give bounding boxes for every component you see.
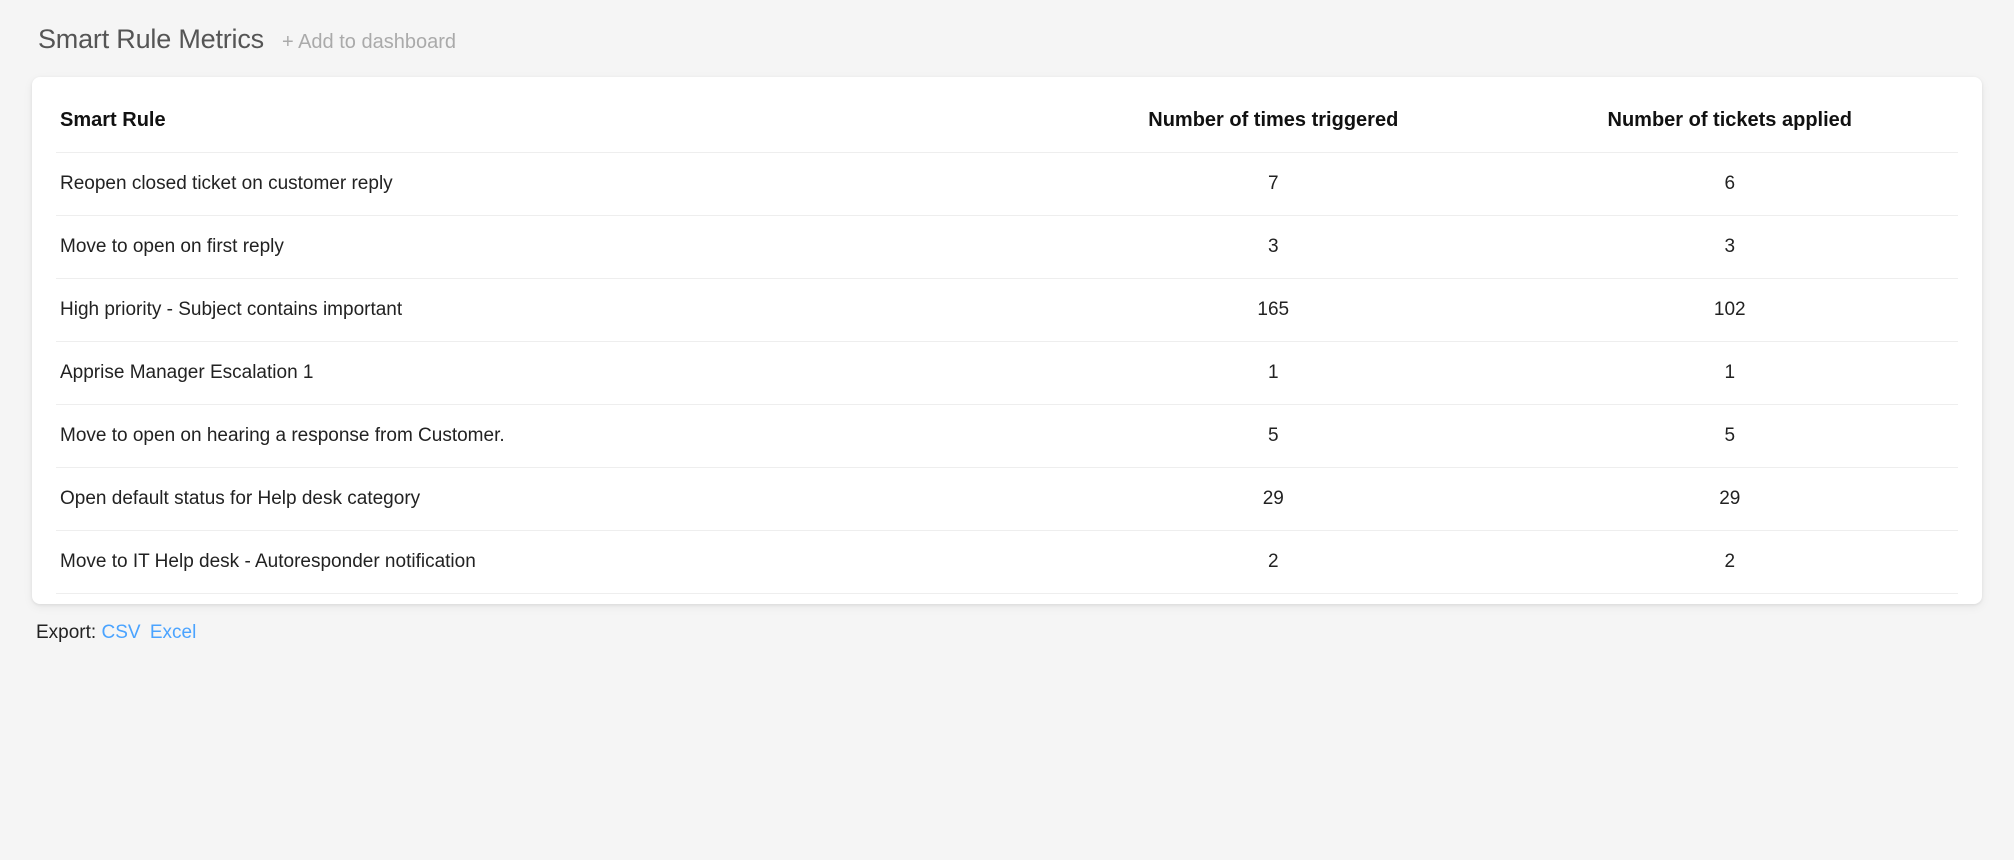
page-header: Smart Rule Metrics + Add to dashboard	[32, 24, 1982, 55]
cell-rule: Move to open on first reply	[56, 216, 1045, 279]
page-title: Smart Rule Metrics	[38, 24, 264, 55]
cell-triggered: 29	[1045, 468, 1501, 531]
cell-triggered: 1	[1045, 342, 1501, 405]
col-header-applied: Number of tickets applied	[1502, 91, 1958, 153]
table-row: Move to IT Help desk - Autoresponder not…	[56, 531, 1958, 594]
table-row: Move to open on hearing a response from …	[56, 405, 1958, 468]
export-csv-link[interactable]: CSV	[101, 622, 140, 643]
col-header-rule: Smart Rule	[56, 91, 1045, 153]
table-row: Reopen closed ticket on customer reply76	[56, 153, 1958, 216]
cell-applied: 29	[1502, 468, 1958, 531]
cell-rule: Apprise Manager Escalation 1	[56, 342, 1045, 405]
cell-applied: 2	[1502, 531, 1958, 594]
table-row: Apprise Manager Escalation 111	[56, 342, 1958, 405]
cell-rule: Reopen closed ticket on customer reply	[56, 153, 1045, 216]
smart-rule-table: Smart Rule Number of times triggered Num…	[56, 91, 1958, 594]
table-row: Open default status for Help desk catego…	[56, 468, 1958, 531]
cell-rule: High priority - Subject contains importa…	[56, 279, 1045, 342]
cell-rule: Open default status for Help desk catego…	[56, 468, 1045, 531]
table-row: High priority - Subject contains importa…	[56, 279, 1958, 342]
cell-triggered: 165	[1045, 279, 1501, 342]
export-label: Export:	[36, 622, 96, 643]
cell-applied: 102	[1502, 279, 1958, 342]
export-excel-link[interactable]: Excel	[150, 622, 196, 643]
col-header-triggered: Number of times triggered	[1045, 91, 1501, 153]
table-header-row: Smart Rule Number of times triggered Num…	[56, 91, 1958, 153]
cell-applied: 6	[1502, 153, 1958, 216]
export-row: Export: CSV Excel	[32, 622, 1982, 644]
cell-rule: Move to open on hearing a response from …	[56, 405, 1045, 468]
cell-applied: 3	[1502, 216, 1958, 279]
cell-triggered: 7	[1045, 153, 1501, 216]
add-to-dashboard-link[interactable]: + Add to dashboard	[282, 31, 456, 54]
table-row: Move to open on first reply33	[56, 216, 1958, 279]
cell-rule: Move to IT Help desk - Autoresponder not…	[56, 531, 1045, 594]
cell-triggered: 2	[1045, 531, 1501, 594]
cell-triggered: 5	[1045, 405, 1501, 468]
metrics-card: Smart Rule Number of times triggered Num…	[32, 77, 1982, 604]
cell-applied: 5	[1502, 405, 1958, 468]
cell-triggered: 3	[1045, 216, 1501, 279]
cell-applied: 1	[1502, 342, 1958, 405]
